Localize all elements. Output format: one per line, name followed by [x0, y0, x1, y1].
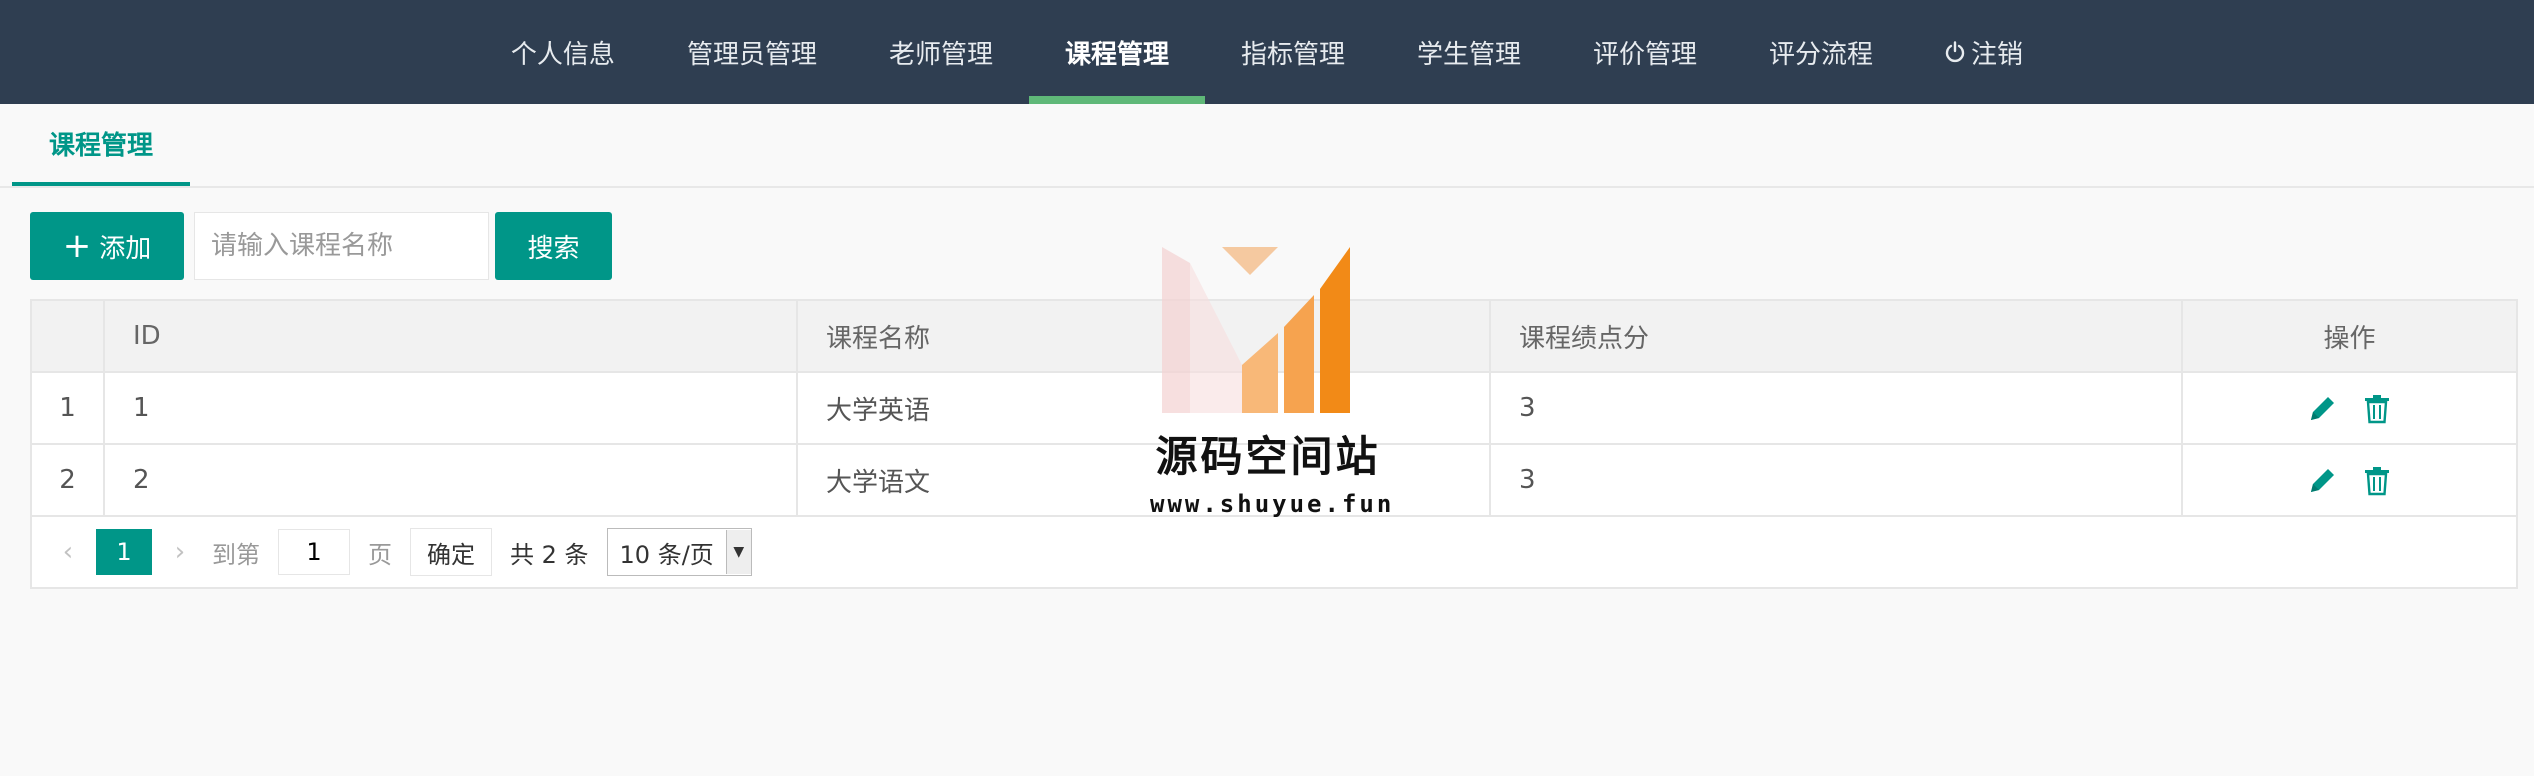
course-table: ID 课程名称 课程绩点分 操作 1 1 大学英语 3 2 2 大学语文 3 ‹… [30, 299, 2518, 589]
row-actions [2183, 373, 2516, 443]
toolbar: + 添加 搜索 [30, 211, 612, 281]
header-cell-id[interactable]: ID [105, 301, 798, 371]
header-cell-course-name[interactable]: 课程名称 [798, 301, 1491, 371]
nav-item-logout[interactable]: 注销 [1909, 0, 2059, 104]
row-course-credit: 3 [1491, 373, 2183, 443]
nav-item-profile[interactable]: 个人信息 [475, 0, 651, 104]
table-row: 1 1 大学英语 3 [32, 373, 2516, 445]
edit-icon[interactable] [2307, 392, 2339, 424]
table-row: 2 2 大学语文 3 [32, 445, 2516, 517]
row-course-name: 大学语文 [798, 445, 1491, 515]
trash-icon[interactable] [2361, 392, 2393, 424]
row-course-name: 大学英语 [798, 373, 1491, 443]
nav-item-teachers[interactable]: 老师管理 [853, 0, 1029, 104]
nav-items: 个人信息 管理员管理 老师管理 课程管理 指标管理 学生管理 评价管理 评分流程… [0, 0, 2534, 104]
page-jump-input[interactable] [278, 529, 350, 575]
nav-item-students[interactable]: 学生管理 [1381, 0, 1557, 104]
page-current[interactable]: 1 [96, 529, 152, 575]
logout-label: 注销 [1971, 39, 2024, 70]
page-unit-label: 页 [368, 540, 392, 569]
edit-icon[interactable] [2307, 464, 2339, 496]
total-count: 共 2 条 [510, 540, 589, 569]
add-button-label: 添加 [99, 233, 152, 264]
page-size-value: 10 条/页 [619, 540, 714, 569]
row-course-credit: 3 [1491, 445, 2183, 515]
header-cell-index [32, 301, 105, 371]
nav-item-admins[interactable]: 管理员管理 [651, 0, 853, 104]
trash-icon[interactable] [2361, 464, 2393, 496]
pagination: ‹ 1 › 到第 页 确定 共 2 条 10 条/页 ▼ [32, 517, 2516, 587]
plus-icon: + [62, 226, 92, 266]
next-page-icon[interactable]: › [166, 517, 194, 587]
search-button[interactable]: 搜索 [495, 212, 612, 280]
row-index: 2 [32, 445, 105, 515]
row-actions [2183, 445, 2516, 515]
add-button[interactable]: + 添加 [30, 212, 184, 280]
header-cell-course-credit[interactable]: 课程绩点分 [1491, 301, 2183, 371]
tab-course-management[interactable]: 课程管理 [12, 104, 191, 186]
nav-item-scoring-process[interactable]: 评分流程 [1733, 0, 1909, 104]
page-confirm-button[interactable]: 确定 [410, 528, 492, 576]
nav-item-courses[interactable]: 课程管理 [1028, 0, 1206, 104]
row-id: 2 [105, 445, 798, 515]
dropdown-arrow-icon: ▼ [725, 530, 751, 574]
tab-bar: 课程管理 [0, 104, 2534, 188]
page-size-select[interactable]: 10 条/页 ▼ [606, 528, 752, 576]
nav-item-indicators[interactable]: 指标管理 [1205, 0, 1381, 104]
row-index: 1 [32, 373, 105, 443]
top-navbar: 个人信息 管理员管理 老师管理 课程管理 指标管理 学生管理 评价管理 评分流程… [0, 0, 2534, 104]
power-icon [1945, 41, 1965, 63]
nav-item-evaluations[interactable]: 评价管理 [1557, 0, 1733, 104]
course-name-search-input[interactable] [194, 212, 489, 280]
prev-page-icon[interactable]: ‹ [54, 517, 82, 587]
row-id: 1 [105, 373, 798, 443]
goto-label: 到第 [212, 540, 260, 569]
table-header-row: ID 课程名称 课程绩点分 操作 [32, 301, 2516, 373]
header-cell-actions: 操作 [2323, 323, 2376, 354]
